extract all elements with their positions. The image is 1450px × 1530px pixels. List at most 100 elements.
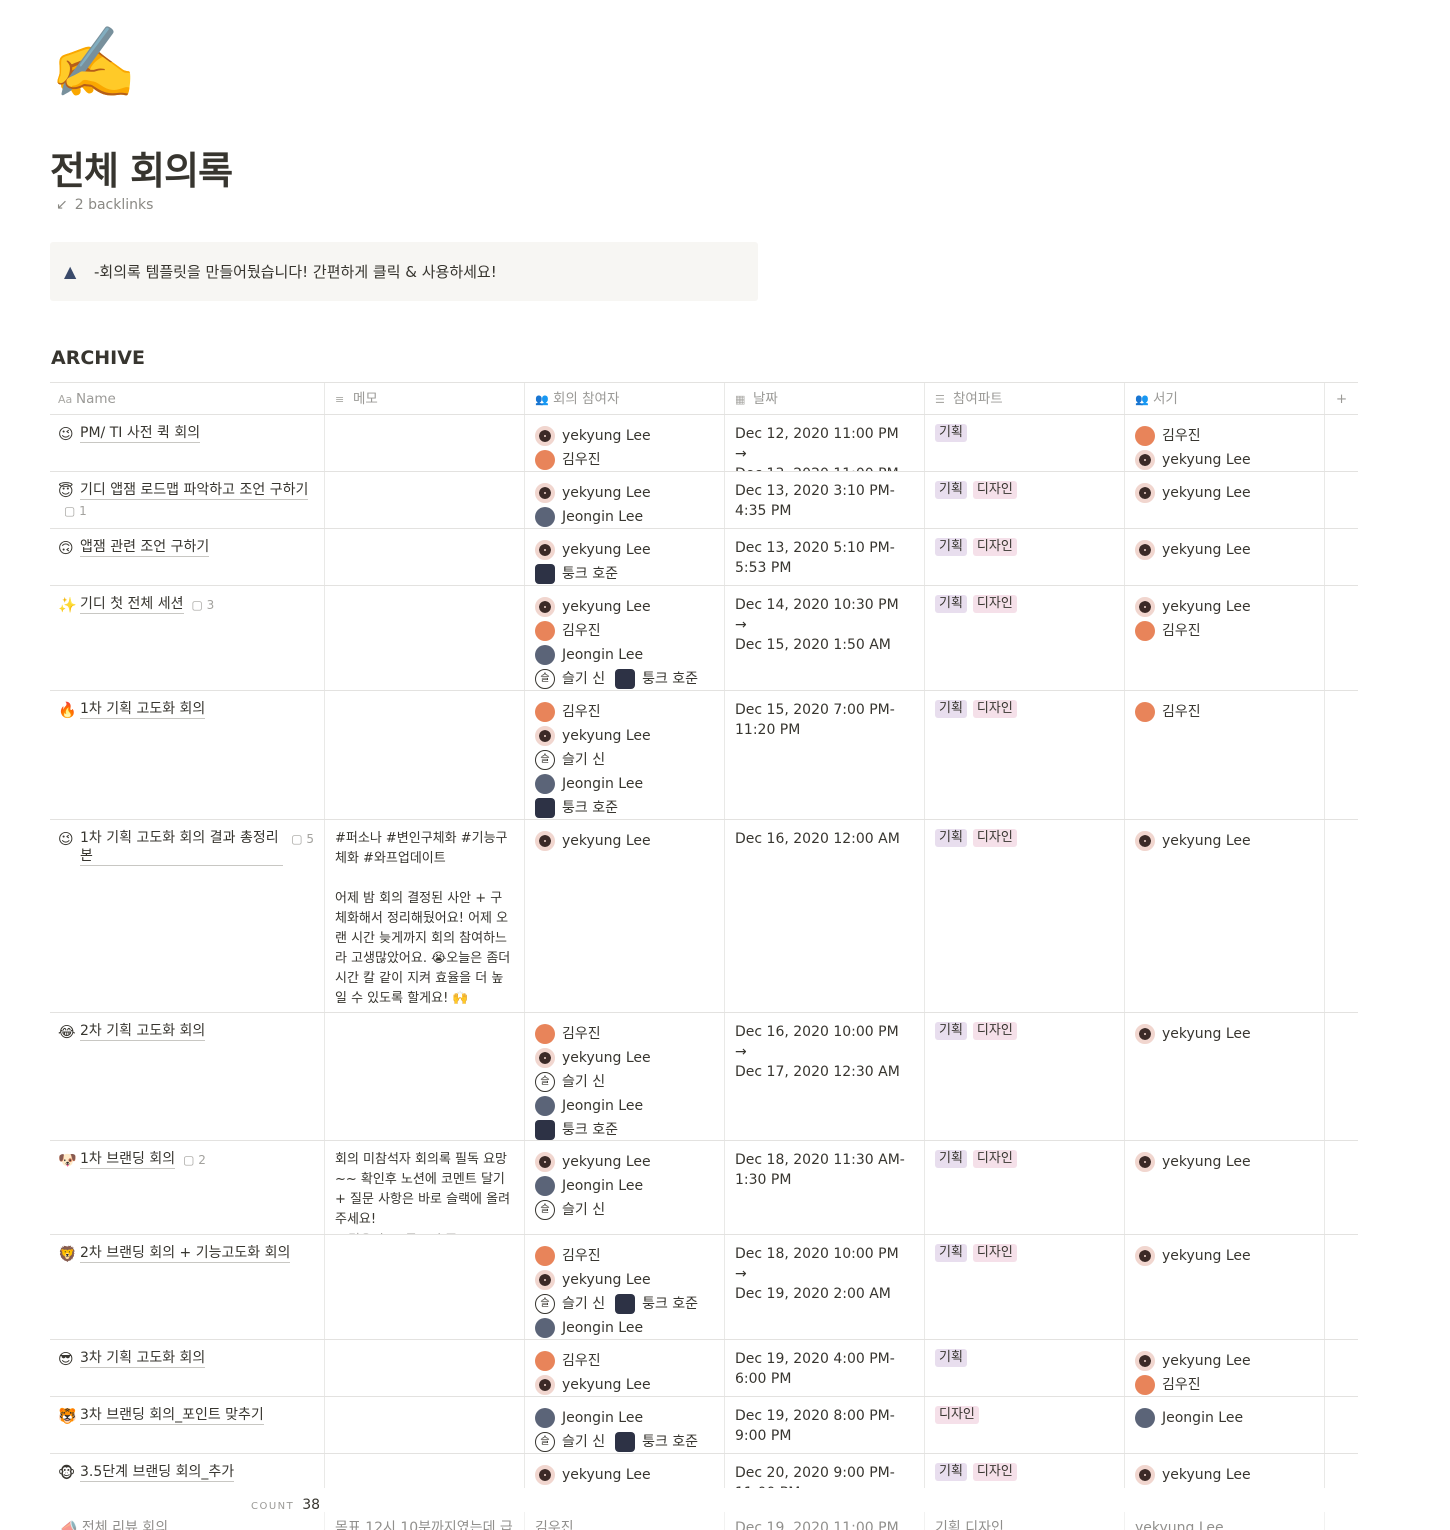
parts-cell[interactable]: 기획 디자인 [925,472,1125,528]
parts-cell[interactable]: 디자인 [925,1397,1125,1453]
memo-cell[interactable] [325,472,525,528]
secretary-cell[interactable]: yekyung Lee [1125,472,1325,528]
memo-cell[interactable] [325,415,525,471]
column-header-secretary[interactable]: 👥 서기 [1125,383,1325,414]
parts-cell[interactable]: 기획 디자인 [925,1454,1125,1488]
date-cell[interactable]: Dec 15, 2020 7:00 PM- 11:20 PM [725,691,925,819]
person-chip[interactable]: Jeongin Lee [535,643,714,667]
secretary-cell[interactable]: 김우진 yekyung Lee [1125,415,1325,471]
row-name[interactable]: 1차 기획 고도화 회의 [80,700,206,719]
secretary-cell[interactable]: yekyung Lee [1125,1013,1325,1140]
column-header-participants[interactable]: 👥 회의 참여자 [525,383,725,414]
person-chip[interactable]: yekyung Lee [535,724,714,748]
parts-cell[interactable]: 기획 디자인 [925,1512,1125,1530]
person-chip[interactable]: yekyung Lee [535,1268,714,1292]
page-icon[interactable]: ✍️ [50,28,137,98]
person-chip[interactable]: yekyung Lee [535,1150,714,1174]
memo-cell[interactable]: 회의 미참석자 회의록 필독 요망~~ 확인후 노션에 코멘트 달기+ 질문 사… [325,1141,525,1234]
date-cell[interactable]: Dec 18, 2020 11:30 AM- 1:30 PM [725,1141,925,1234]
person-chip[interactable]: yekyung Lee [535,1046,714,1070]
participants-cell[interactable]: yekyung Lee Jeongin Lee [525,472,725,528]
person-chip[interactable]: 슬 슬기 신 [535,1430,605,1453]
person-chip[interactable]: 퉁크 호준 [535,796,714,819]
row-name[interactable]: 1차 브랜딩 회의 [80,1150,176,1169]
row-name-cell[interactable]: 📣 전체 리뷰 회의 [50,1512,325,1530]
database-title[interactable]: ARCHIVE [51,347,145,369]
table-row[interactable]: 😎 3차 기획 고도화 회의 김우진 yekyung Lee Dec 19, 2020 … [50,1340,1358,1397]
person-chip[interactable]: 김우진 [1135,1373,1314,1396]
row-name[interactable]: 3차 브랜딩 회의_포인트 맞추기 [80,1406,264,1425]
row-name[interactable]: PM/ TI 사전 퀵 회의 [80,424,201,443]
person-chip[interactable]: 김우진 [535,1022,714,1046]
date-cell[interactable]: Dec 16, 2020 12:00 AM [725,820,925,1012]
person-chip[interactable]: Jeongin Lee [535,772,714,796]
row-name-cell[interactable]: 🐵 3.5단계 브랜딩 회의_추가 [50,1454,325,1488]
participants-cell[interactable]: yekyung Lee 퉁크 호준 [525,529,725,585]
row-name-cell[interactable]: 😇 기디 앱잼 로드맵 파악하고 조언 구하기 ▢ 1 [50,472,325,528]
row-name[interactable]: 2차 기획 고도화 회의 [80,1022,206,1041]
row-name-cell[interactable]: 🐯 3차 브랜딩 회의_포인트 맞추기 [50,1397,325,1453]
participants-cell[interactable]: yekyung Lee Jeongin Lee 슬 슬기 신 [525,1141,725,1234]
person-chip[interactable]: 퉁크 호준 [615,1292,698,1316]
person-chip[interactable]: Jeongin Lee [535,1094,714,1118]
person-chip[interactable]: Jeongin Lee [535,1316,714,1339]
row-name[interactable]: 2차 브랜딩 회의 + 기능고도화 회의 [80,1244,291,1263]
participants-cell[interactable]: yekyung Lee 김우진 [525,415,725,471]
secretary-cell[interactable]: yekyung Lee [1125,1512,1325,1530]
person-chip[interactable]: 김우진 [535,448,714,471]
row-name[interactable]: 1차 기획 고도화 회의 결과 총정리본 [80,829,284,866]
memo-cell[interactable] [325,1454,525,1488]
person-chip[interactable]: 김우진 [535,1349,714,1373]
person-chip[interactable]: yekyung Lee [1135,1349,1314,1373]
participants-cell[interactable]: 김우진 yekyung Lee 슬 슬기 신 Jeongin Lee 퉁크 호준 [525,1013,725,1140]
row-name[interactable]: 앱잼 관련 조언 구하기 [80,538,210,557]
participants-cell[interactable]: Jeongin Lee 슬 슬기 신 퉁크 호준 [525,1397,725,1453]
person-chip[interactable]: yekyung Lee [1135,481,1314,505]
parts-cell[interactable]: 기획 디자인 [925,1013,1125,1140]
secretary-cell[interactable]: yekyung Lee 김우진 [1125,1340,1325,1396]
person-chip[interactable]: yekyung Lee [1135,1150,1314,1174]
memo-cell[interactable] [325,691,525,819]
add-column-button[interactable]: + [1325,383,1358,414]
person-chip[interactable]: 퉁크 호준 [615,667,698,690]
person-chip[interactable]: yekyung Lee [535,481,714,505]
memo-cell[interactable] [325,1013,525,1140]
person-chip[interactable]: yekyung Lee [535,595,714,619]
comment-count[interactable]: ▢ 2 [183,1150,206,1170]
row-name-cell[interactable]: 😎 3차 기획 고도화 회의 [50,1340,325,1396]
memo-cell[interactable] [325,1397,525,1453]
table-row[interactable]: 🐶 1차 브랜딩 회의 ▢ 2 회의 미참석자 회의록 필독 요망~~ 확인후 노션에… [50,1141,1358,1235]
participants-cell[interactable]: yekyung Lee 김우진 Jeongin Lee 슬 슬기 신 퉁크 호준 [525,586,725,690]
row-name-cell[interactable]: 🐶 1차 브랜딩 회의 ▢ 2 [50,1141,325,1234]
person-chip[interactable]: yekyung Lee [535,424,714,448]
table-row[interactable]: 😉 1차 기획 고도화 회의 결과 총정리본 ▢ 5 #퍼소나 #변인구체화 #기능구… [50,820,1358,1013]
table-row[interactable]: 🙃 앱잼 관련 조언 구하기 yekyung Lee 퉁크 호준 Dec 13, 202… [50,529,1358,586]
page-title[interactable]: 전체 회의록 [50,140,233,195]
date-cell[interactable]: Dec 19, 2020 4:00 PM- 6:00 PM [725,1340,925,1396]
participants-cell[interactable]: 김우진 yekyung Lee 슬 슬기 신 Jeongin Lee 퉁크 호준 [525,691,725,819]
memo-cell[interactable] [325,586,525,690]
memo-cell[interactable]: #퍼소나 #변인구체화 #기능구체화 #와프업데이트 어제 밤 회의 결정된 사… [325,820,525,1012]
person-chip[interactable]: yekyung Lee [1135,1463,1314,1487]
person-chip[interactable]: yekyung Lee [1135,829,1314,853]
date-cell[interactable]: Dec 14, 2020 10:30 PM → Dec 15, 2020 1:50… [725,586,925,690]
person-chip[interactable]: Jeongin Lee [535,1174,714,1198]
column-header-name[interactable]: Aa Name [50,383,325,414]
parts-cell[interactable]: 기획 디자인 [925,1235,1125,1339]
comment-count[interactable]: ▢ 5 [291,829,314,849]
secretary-cell[interactable]: yekyung Lee [1125,1454,1325,1488]
table-row[interactable]: 😉 PM/ TI 사전 퀵 회의 yekyung Lee 김우진 Dec 12, 202… [50,415,1358,472]
person-chip[interactable]: 김우진 [535,1244,714,1268]
person-chip[interactable]: Jeongin Lee [535,505,714,528]
row-name[interactable]: 3.5단계 브랜딩 회의_추가 [80,1463,235,1482]
table-row[interactable]: 🦁 2차 브랜딩 회의 + 기능고도화 회의 김우진 yekyung Lee 슬 슬기 신… [50,1235,1358,1340]
secretary-cell[interactable]: yekyung Lee [1125,529,1325,585]
person-chip[interactable]: 슬 슬기 신 [535,1292,605,1316]
person-chip[interactable]: yekyung Lee [1135,1244,1314,1268]
person-chip[interactable]: yekyung Lee [535,1373,714,1396]
person-chip[interactable]: 김우진 [1135,619,1314,643]
row-name-cell[interactable]: 🔥 1차 기획 고도화 회의 [50,691,325,819]
person-chip[interactable]: 김우진 [535,700,714,724]
table-row[interactable]: 🔥 1차 기획 고도화 회의 김우진 yekyung Lee 슬 슬기 신 Jeongin … [50,691,1358,820]
secretary-cell[interactable]: yekyung Lee [1125,1235,1325,1339]
